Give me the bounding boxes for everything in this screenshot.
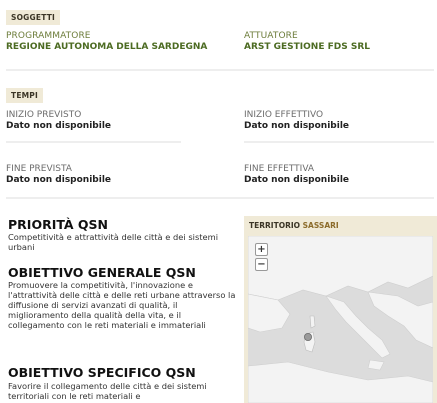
obiettivo-generale-title: OBIETTIVO GENERALE QSN	[8, 265, 196, 280]
fine-prevista-value: Dato non disponibile	[6, 175, 112, 185]
programmatore-label: PROGRAMMATORE	[6, 31, 91, 41]
inizio-effettivo-value: Dato non disponibile	[244, 121, 350, 131]
territorio-city: SASSARI	[302, 221, 339, 230]
obiettivo-specifico-text: Favorire il collegamento delle città e d…	[8, 381, 207, 401]
programmatore-value: REGIONE AUTONOMA DELLA SARDEGNA	[6, 42, 208, 52]
obiettivo-generale-text: Promuovere la competitività, l'innovazio…	[8, 280, 236, 330]
inizio-previsto-value: Dato non disponibile	[6, 121, 112, 131]
soggetti-tag: SOGGETTI	[6, 10, 61, 25]
territorio-label: TERRITORIO SASSARI	[249, 221, 339, 230]
divider	[244, 141, 434, 143]
territorio-panel: TERRITORIO SASSARI + −	[244, 216, 437, 403]
territory-map[interactable]: + −	[248, 236, 433, 403]
inizio-previsto-label: INIZIO PREVISTO	[6, 110, 82, 120]
priorita-title: PRIORITÀ QSN	[8, 217, 109, 232]
project-detail-page: SOGGETTI PROGRAMMATORE REGIONE AUTONOMA …	[0, 0, 437, 403]
priorita-text: Competitività e attrattività delle città…	[8, 232, 219, 252]
inizio-effettivo-label: INIZIO EFFETTIVO	[244, 110, 324, 120]
tempi-tag: TEMPI	[6, 88, 43, 103]
fine-effettiva-value: Dato non disponibile	[244, 175, 350, 185]
divider	[6, 141, 181, 143]
divider	[6, 197, 434, 199]
map-canvas	[248, 236, 433, 403]
obiettivo-specifico-title: OBIETTIVO SPECIFICO QSN	[8, 365, 196, 380]
zoom-out-button[interactable]: −	[255, 258, 268, 271]
attuatore-label: ATTUATORE	[244, 31, 298, 41]
fine-prevista-label: FINE PREVISTA	[6, 164, 72, 174]
territorio-label-text: TERRITORIO	[249, 221, 301, 230]
attuatore-value: ARST GESTIONE FDS SRL	[244, 42, 370, 52]
divider	[6, 69, 434, 71]
fine-effettiva-label: FINE EFFETTIVA	[244, 164, 315, 174]
zoom-in-button[interactable]: +	[255, 243, 268, 256]
